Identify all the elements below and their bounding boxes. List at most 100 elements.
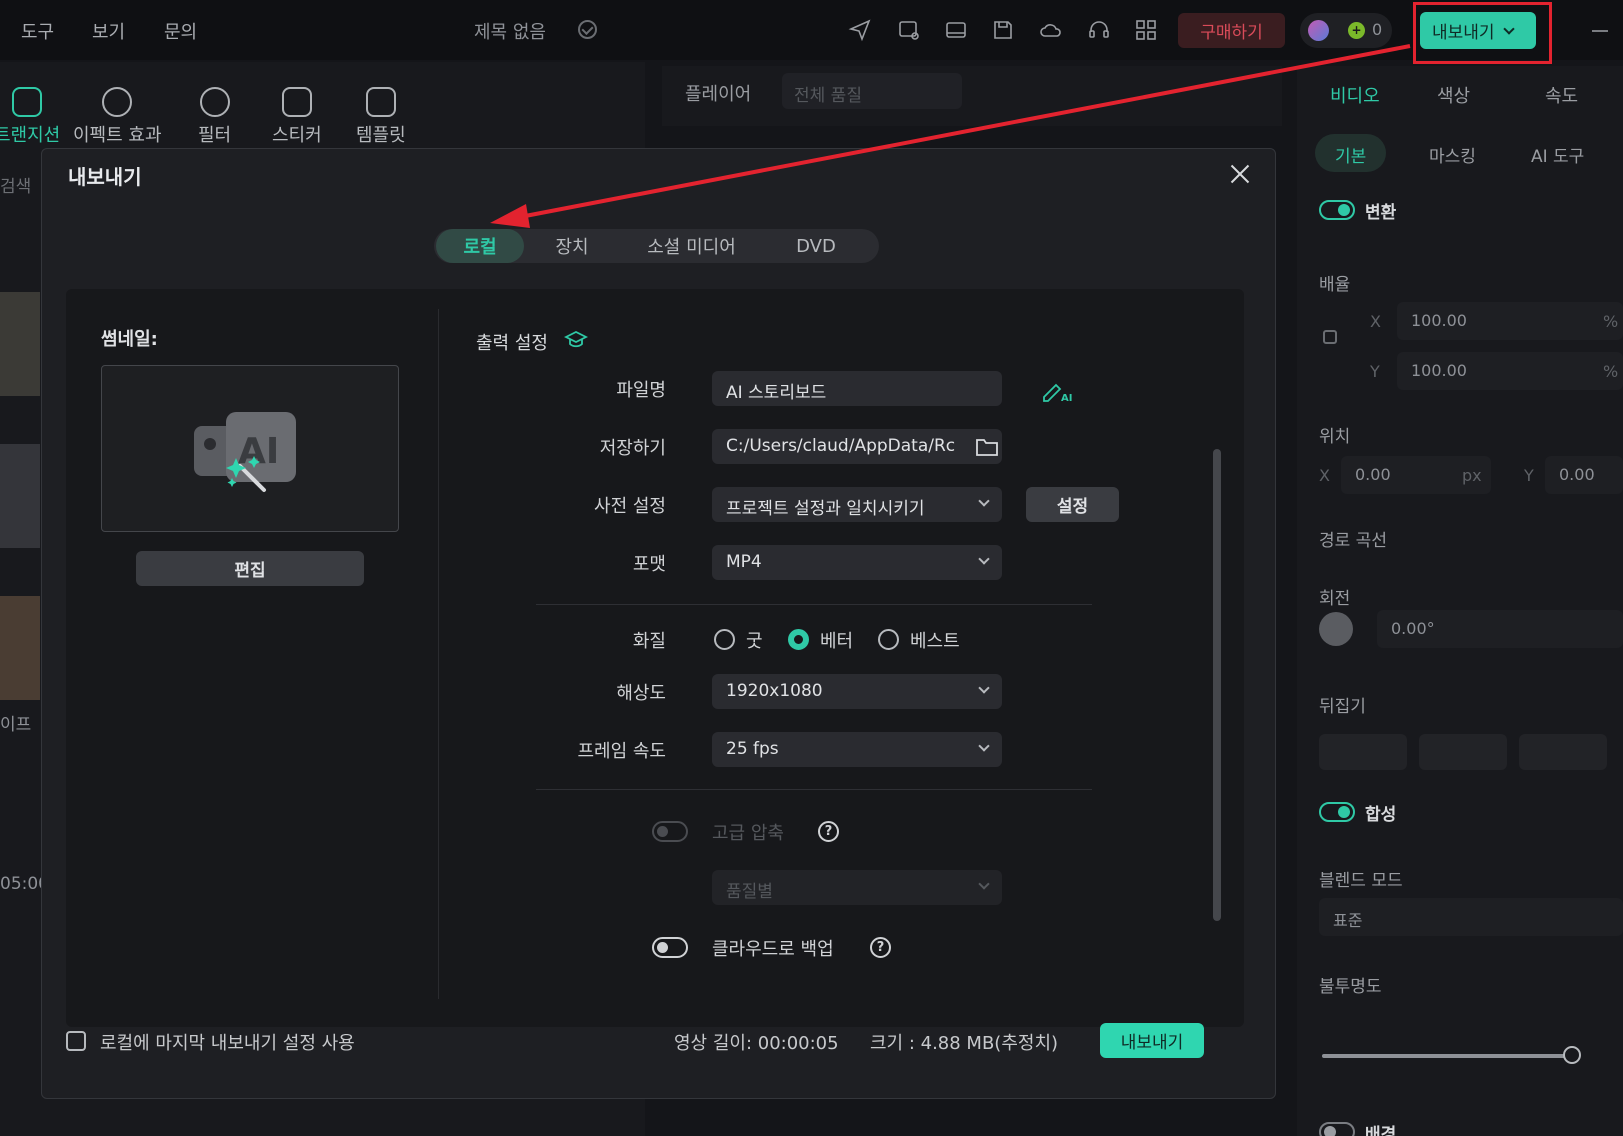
tab-color[interactable]: 색상 (1437, 82, 1470, 108)
rotate-input[interactable]: 0.00° (1377, 610, 1623, 648)
save-path-label: 저장하기 (599, 438, 666, 459)
subtab-masking[interactable]: 마스킹 (1409, 134, 1496, 172)
tab-video[interactable]: 비디오 (1330, 82, 1380, 108)
tab-social-media[interactable]: 소셜 미디어 (624, 229, 759, 263)
rotate-knob[interactable] (1319, 612, 1353, 646)
tool-effects-label: 이펙트 효과 (73, 125, 162, 146)
cloud-icon[interactable] (1039, 18, 1063, 42)
buy-button[interactable]: 구매하기 (1178, 13, 1285, 48)
tool-template-label: 템플릿 (356, 125, 406, 146)
subtab-basic[interactable]: 기본 (1315, 134, 1387, 172)
cloud-backup-toggle[interactable] (652, 937, 688, 958)
scale-x-input[interactable]: 100.00 (1397, 302, 1623, 340)
quality-best-radio[interactable] (878, 629, 899, 650)
headset-icon[interactable] (1087, 18, 1111, 42)
lock-icon[interactable] (1323, 330, 1337, 344)
search-input[interactable]: 검색 (0, 172, 31, 197)
quality-better-radio[interactable] (788, 629, 809, 650)
close-icon[interactable] (1228, 162, 1252, 186)
quality-better-label: 베터 (820, 631, 854, 652)
media-settings-icon[interactable] (897, 18, 921, 42)
scale-x-axis: X (1370, 312, 1381, 331)
apps-grid-icon[interactable] (1134, 18, 1158, 42)
use-last-settings-checkbox[interactable] (66, 1031, 86, 1051)
rotate-90-button[interactable] (1519, 734, 1607, 770)
position-y-input[interactable]: 0.00 (1545, 456, 1623, 494)
graduation-cap-icon[interactable] (564, 329, 588, 351)
opacity-slider-track[interactable] (1322, 1054, 1572, 1058)
menu-help[interactable]: 문의 (164, 18, 197, 44)
media-thumb[interactable] (0, 596, 40, 700)
send-icon[interactable] (848, 18, 872, 42)
flip-horizontal-button[interactable] (1319, 734, 1407, 770)
divider (536, 604, 1092, 605)
tool-filter-label: 필터 (198, 125, 232, 146)
ai-rename-icon[interactable]: AI (1041, 379, 1075, 403)
blend-mode-select[interactable]: 표준 (1319, 898, 1623, 936)
opacity-label: 불투명도 (1319, 977, 1382, 997)
account-credits[interactable]: + 0 (1300, 13, 1392, 48)
annotation-highlight-box (1413, 2, 1552, 64)
menu-view[interactable]: 보기 (92, 18, 125, 44)
folder-icon[interactable] (976, 438, 998, 456)
tab-speed[interactable]: 속도 (1545, 82, 1578, 108)
divider (438, 309, 439, 999)
scale-x-percent: % (1603, 312, 1619, 331)
credit-count: 0 (1372, 20, 1383, 39)
opacity-slider-handle[interactable] (1563, 1046, 1581, 1064)
tool-transition-label: 트랜지션 (0, 125, 61, 146)
quality-good-radio[interactable] (714, 629, 735, 650)
layout-icon[interactable] (944, 18, 968, 42)
transform-toggle[interactable] (1319, 200, 1355, 220)
effects-icon (102, 87, 133, 117)
media-label: 이프 (0, 715, 32, 735)
thumbnail-label: 썸네일: (101, 329, 158, 350)
path-curve-label: 경로 곡선 (1319, 531, 1387, 551)
background-toggle[interactable] (1319, 1122, 1355, 1136)
filename-input[interactable]: AI 스토리보드 (712, 371, 1002, 406)
chevron-down-icon (978, 495, 990, 507)
subtab-ai-tools[interactable]: AI 도구 (1511, 134, 1604, 172)
scrollbar[interactable] (1213, 449, 1221, 921)
compression-mode-select[interactable]: 품질별 (712, 870, 1002, 905)
flip-vertical-button[interactable] (1419, 734, 1507, 770)
tool-filter[interactable]: 필터 (198, 87, 231, 147)
tool-template[interactable]: 템플릿 (356, 87, 406, 147)
scale-y-input[interactable]: 100.00 (1397, 352, 1623, 390)
advanced-compression-toggle[interactable] (652, 821, 688, 842)
tool-sticker[interactable]: 스티커 (272, 87, 322, 147)
settings-button[interactable]: 설정 (1026, 487, 1119, 522)
coin-icon: + (1348, 22, 1365, 39)
framerate-select[interactable]: 25 fps (712, 732, 1002, 767)
help-icon[interactable]: ? (818, 821, 839, 842)
framerate-label: 프레임 속도 (577, 741, 666, 762)
format-select[interactable]: MP4 (712, 545, 1002, 580)
media-thumb[interactable] (0, 444, 40, 548)
output-settings-title: 출력 설정 (476, 333, 548, 354)
svg-text:AI: AI (1061, 393, 1072, 403)
tab-dvd[interactable]: DVD (772, 229, 860, 263)
tab-device[interactable]: 장치 (532, 229, 612, 263)
edit-thumbnail-button[interactable]: 편집 (136, 551, 364, 586)
position-x-unit: px (1462, 466, 1482, 485)
project-title: 제목 없음 (474, 22, 546, 43)
tool-transition[interactable]: 트랜지션 (0, 87, 60, 147)
tool-effects[interactable]: 이펙트 효과 (73, 87, 162, 147)
resolution-select[interactable]: 1920x1080 (712, 674, 1002, 709)
help-icon[interactable]: ? (870, 937, 891, 958)
media-thumb[interactable] (0, 292, 40, 396)
save-icon[interactable] (991, 18, 1015, 42)
preset-select[interactable]: 프로젝트 설정과 일치시키기 (712, 487, 1002, 522)
divider (536, 789, 1092, 790)
rotate-label: 회전 (1319, 589, 1351, 609)
composite-label: 합성 (1365, 805, 1397, 825)
export-button[interactable]: 내보내기 (1100, 1023, 1204, 1058)
composite-toggle[interactable] (1319, 802, 1355, 822)
tab-local[interactable]: 로컬 (436, 229, 524, 263)
position-y-axis: Y (1524, 466, 1534, 485)
avatar[interactable] (1308, 20, 1329, 41)
save-path-input[interactable]: C:/Users/claud/AppData/Rc (712, 429, 1002, 464)
player-quality-select[interactable]: 전체 품질 (782, 73, 962, 109)
menu-tools[interactable]: 도구 (21, 18, 54, 44)
minimize-icon[interactable] (1592, 30, 1608, 32)
